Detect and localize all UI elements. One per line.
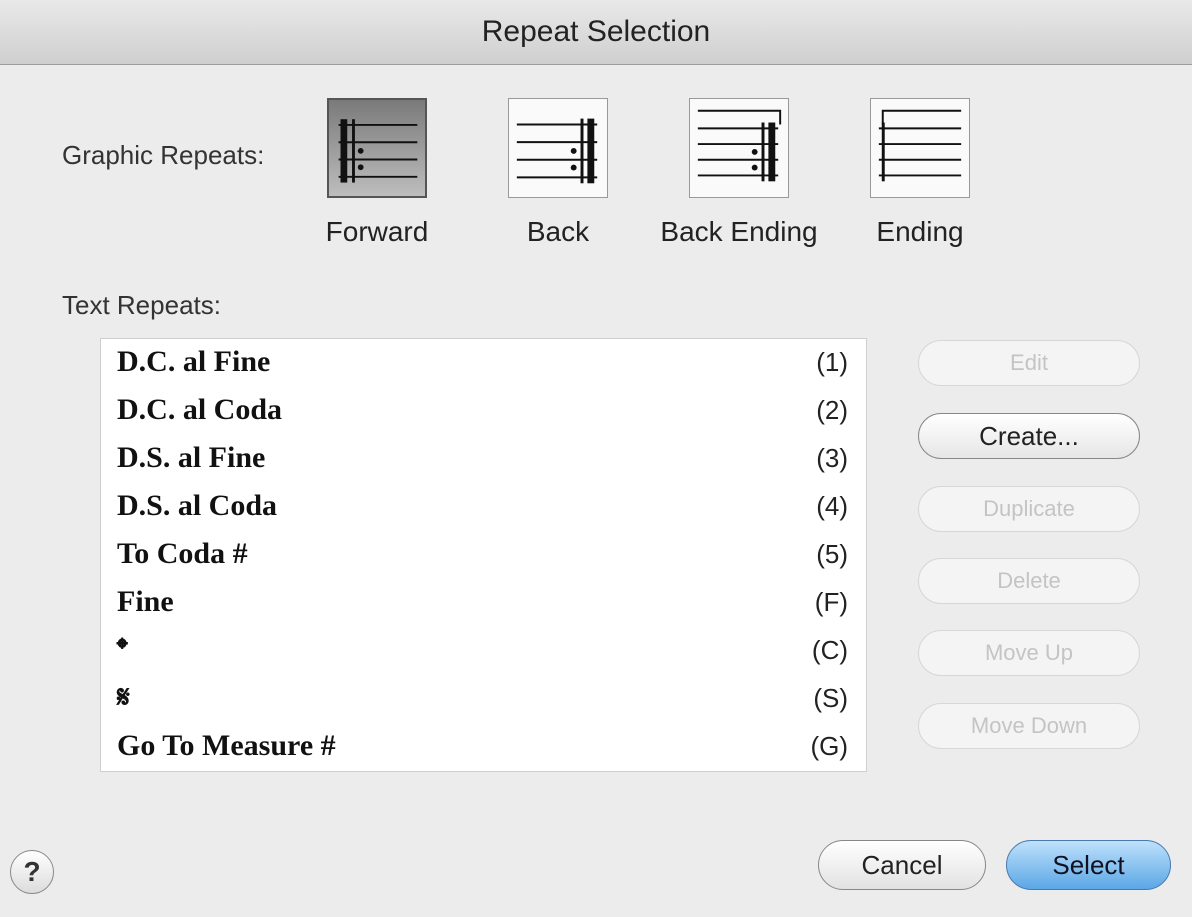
list-item-key: (2) xyxy=(816,394,848,425)
list-item-key: (S) xyxy=(813,682,848,713)
ending-caption: Ending xyxy=(876,216,964,247)
list-item[interactable]: D.S. al Coda (4) xyxy=(101,483,866,529)
ending-repeat-button[interactable] xyxy=(870,98,970,198)
list-item[interactable]: 𝄋 (S) xyxy=(101,675,866,721)
delete-button[interactable]: Delete xyxy=(918,558,1140,604)
window-titlebar: Repeat Selection xyxy=(0,0,1192,65)
list-item-name: D.C. al Coda xyxy=(117,393,283,426)
edit-button[interactable]: Edit xyxy=(918,340,1140,386)
list-item-key: (4) xyxy=(816,490,848,521)
create-button[interactable]: Create... xyxy=(918,413,1140,459)
coda-symbol: 𝄌 xyxy=(117,633,128,666)
duplicate-button[interactable]: Duplicate xyxy=(918,486,1140,532)
move-down-button[interactable]: Move Down xyxy=(918,703,1140,749)
segno-symbol: 𝄋 xyxy=(117,681,130,714)
forward-repeat-icon xyxy=(338,119,418,183)
cancel-button[interactable]: Cancel xyxy=(818,840,986,890)
back-ending-repeat-icon xyxy=(697,109,782,182)
window-title: Repeat Selection xyxy=(481,15,711,48)
graphic-repeats-label: Graphic Repeats: xyxy=(62,140,265,170)
back-ending-caption: Back Ending xyxy=(660,216,818,247)
list-item-name: Go To Measure # xyxy=(117,729,336,762)
ending-repeat-icon xyxy=(878,109,962,182)
list-item-name: D.C. al Fine xyxy=(117,345,271,378)
help-button[interactable]: ? xyxy=(10,850,54,894)
list-item-key: (1) xyxy=(816,346,848,377)
list-item[interactable]: Go To Measure # (G) xyxy=(101,723,866,769)
list-item[interactable]: D.S. al Fine (3) xyxy=(101,435,866,481)
back-caption: Back xyxy=(526,216,590,247)
forward-repeat-button[interactable] xyxy=(327,98,427,198)
list-item-name: D.S. al Fine xyxy=(117,441,266,474)
list-item-key: (F) xyxy=(814,586,848,617)
list-item-key: (C) xyxy=(811,634,848,665)
text-repeats-label: Text Repeats: xyxy=(62,290,221,320)
list-item-name: To Coda # xyxy=(117,537,248,570)
list-item[interactable]: D.C. al Coda (2) xyxy=(101,387,866,433)
list-item-name: Fine xyxy=(117,585,174,618)
back-repeat-button[interactable] xyxy=(508,98,608,198)
help-icon: ? xyxy=(23,856,41,887)
back-repeat-icon xyxy=(516,118,598,184)
list-item-key: (G) xyxy=(810,730,848,761)
back-ending-repeat-button[interactable] xyxy=(689,98,789,198)
list-item-key: (3) xyxy=(816,442,848,473)
select-button[interactable]: Select xyxy=(1006,840,1171,890)
text-repeats-list[interactable]: D.C. al Fine (1) D.C. al Coda (2) D.S. a… xyxy=(100,338,867,772)
list-item[interactable]: D.C. al Fine (1) xyxy=(101,339,866,385)
move-up-button[interactable]: Move Up xyxy=(918,630,1140,676)
list-item-key: (5) xyxy=(816,538,848,569)
list-item[interactable]: To Coda # (5) xyxy=(101,531,866,577)
list-item[interactable]: 𝄌 (C) xyxy=(101,627,866,673)
list-item[interactable]: Fine (F) xyxy=(101,579,866,625)
forward-caption: Forward xyxy=(325,216,429,247)
list-item-name: D.S. al Coda xyxy=(117,489,278,522)
